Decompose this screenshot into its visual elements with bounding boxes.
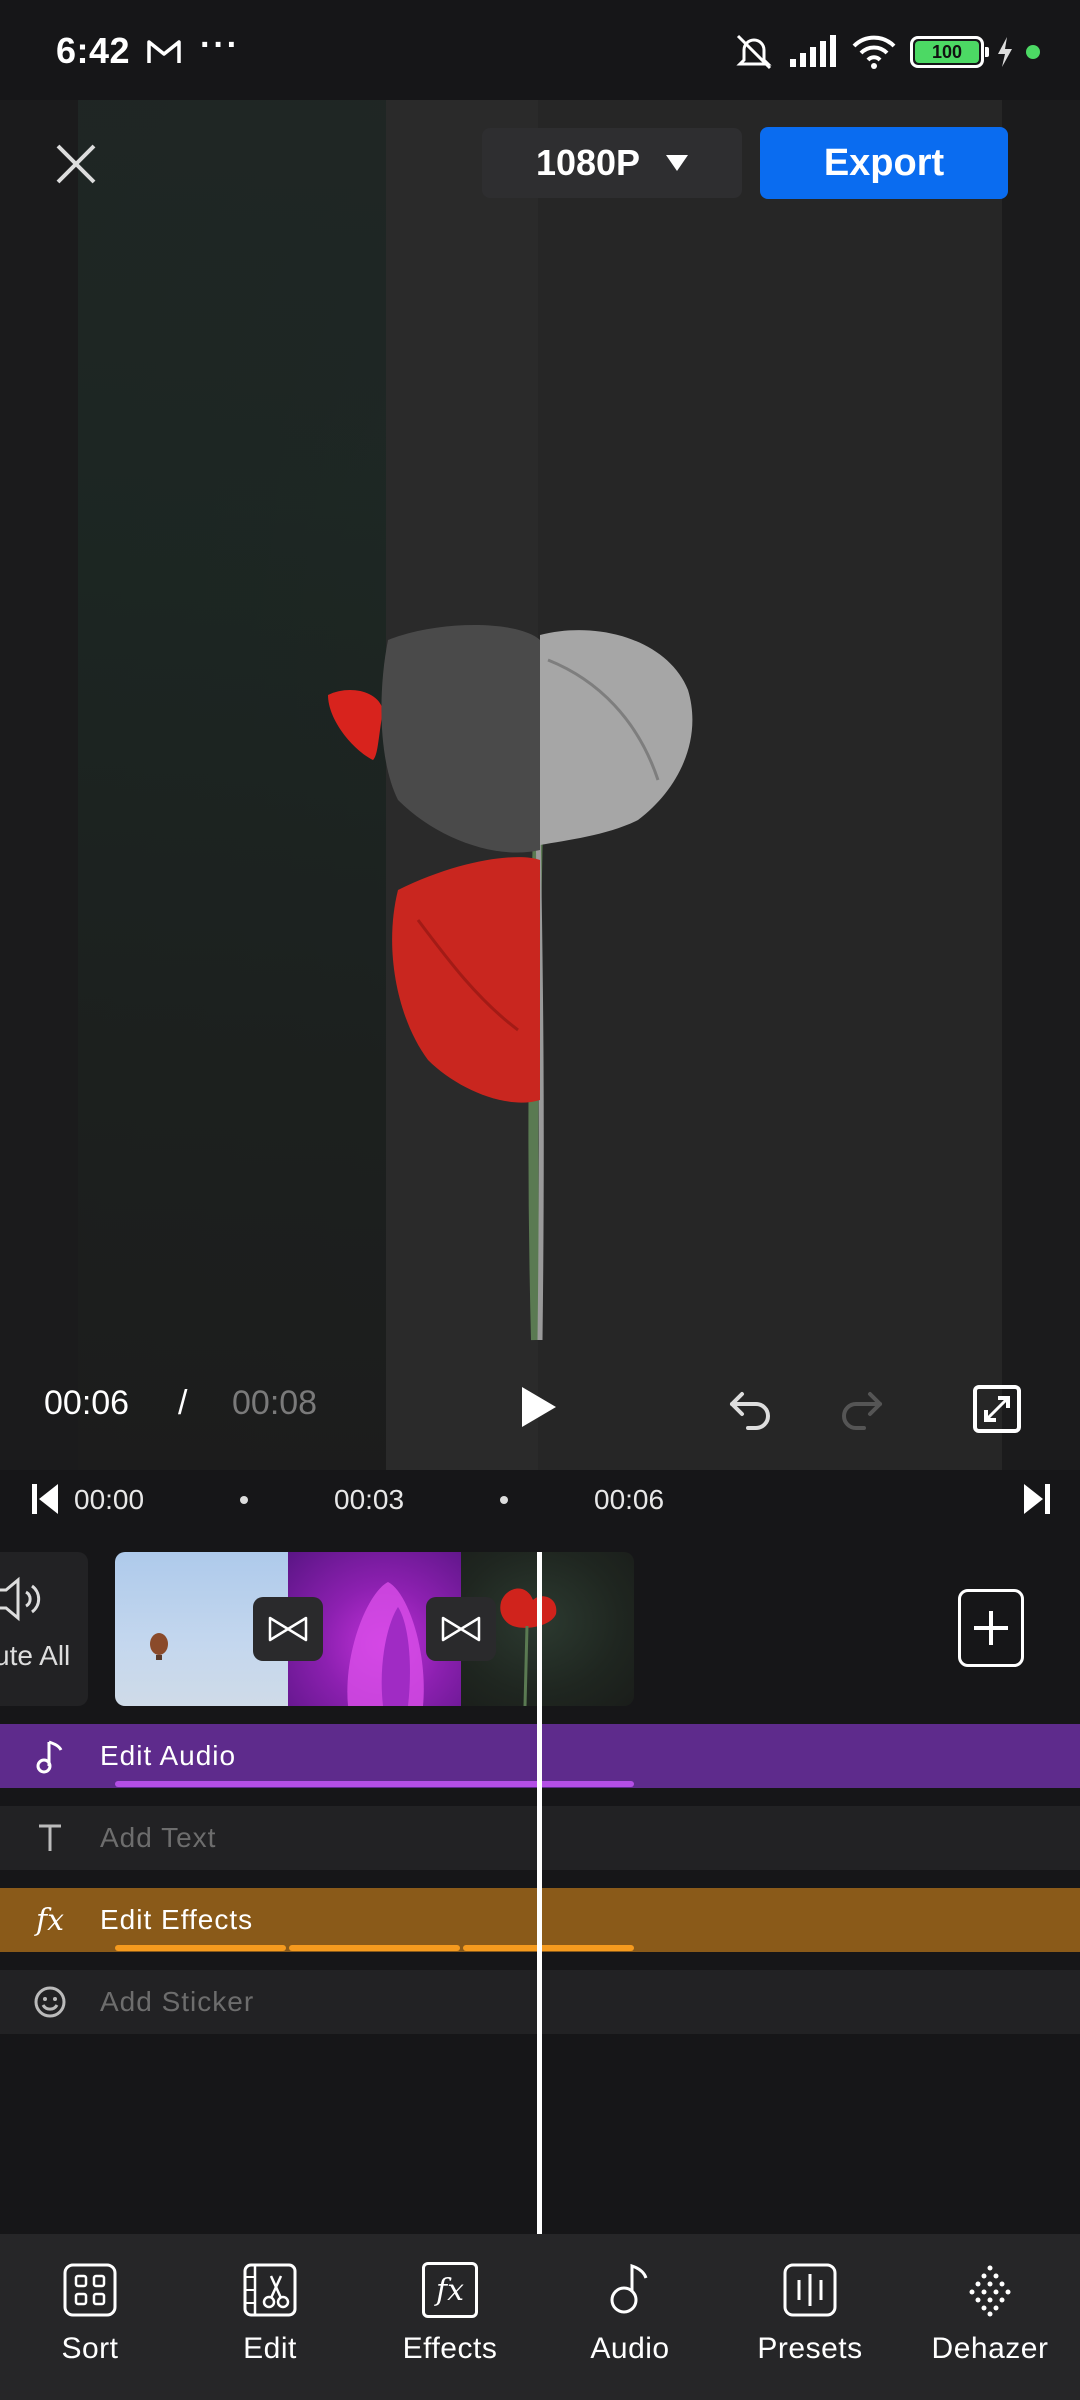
current-time: 00:06 [44,1384,130,1422]
more-dots-icon: ··· [200,26,240,64]
nav-dehazer-label: Dehazer [931,2332,1049,2365]
resolution-value: 1080P [535,142,641,183]
mute-all-button[interactable] [0,1552,88,1706]
video-preview[interactable] [78,100,1002,1470]
text-icon [0,1823,100,1853]
plus-icon [974,1611,1008,1645]
music-note-icon [0,1738,100,1774]
sort-grid-icon [63,2263,117,2317]
sticker-track-label: Add Sticker [100,1986,255,2017]
nav-presets[interactable]: Presets [720,2234,900,2400]
status-time: 6:42 [56,30,131,71]
presets-icon [783,2263,837,2317]
nav-presets-label: Presets [757,2332,863,2365]
audio-range-bar [115,1781,634,1787]
battery-level: 100 [915,41,979,63]
poppy-image [328,625,693,1341]
caret-down-icon [666,155,689,171]
mute-all-label: ute All [0,1640,71,1671]
jump-to-start-icon[interactable] [30,1482,60,1516]
fx-icon: fx [35,1902,65,1938]
add-clip-button[interactable] [958,1589,1024,1667]
play-icon[interactable] [518,1384,560,1430]
ruler-tick: 00:00 [74,1484,145,1515]
charging-icon [998,37,1012,67]
status-bar: 6:42 ··· 100 [0,0,1080,100]
fullscreen-icon[interactable] [972,1384,1022,1434]
nav-edit[interactable]: Edit [180,2234,360,2400]
privacy-indicator-dot [1026,45,1040,59]
effects-track-label: Edit Effects [100,1904,254,1935]
ruler-tick: 00:06 [594,1484,665,1515]
transition-icon [268,1616,308,1642]
total-time: 00:08 [232,1384,318,1422]
nav-audio[interactable]: Audio [540,2234,720,2400]
dehazer-icon [969,2265,1011,2317]
speaker-icon [0,1576,41,1622]
playhead[interactable] [537,1552,542,2234]
effect-segment-bar [115,1945,286,1951]
mute-icon [736,34,772,70]
close-icon[interactable] [50,138,102,190]
effects-fx-icon: fx [422,2262,478,2318]
effect-segment-bar [463,1945,634,1951]
nav-audio-label: Audio [590,2332,670,2365]
jump-to-end-icon[interactable] [1022,1482,1052,1516]
timeline-ruler[interactable]: 00:00 00:03 00:06 [0,1470,1080,1526]
resolution-dropdown[interactable]: 1080P [482,128,742,198]
wifi-icon [852,35,896,69]
transition-button[interactable] [426,1597,496,1661]
nav-dehazer[interactable]: Dehazer [900,2234,1080,2400]
redo-icon[interactable] [836,1382,886,1432]
undo-icon[interactable] [726,1382,776,1432]
export-button[interactable]: Export [760,127,1008,199]
text-track-label: Add Text [100,1822,217,1853]
battery-icon: 100 [910,36,989,68]
time-separator: / [178,1384,188,1422]
edit-scissors-icon [243,2263,297,2317]
nav-effects[interactable]: fx Effects [360,2234,540,2400]
nav-edit-label: Edit [243,2332,297,2365]
bottom-toolbar: Sort Edit fx Effects Audio Presets Dehaz… [0,2234,1080,2400]
signal-icon [790,35,836,67]
smiley-icon [0,1985,100,2019]
audio-note-icon [610,2263,648,2314]
transition-icon [441,1616,481,1642]
audio-track-label: Edit Audio [100,1740,237,1771]
effect-segment-bar [289,1945,460,1951]
nav-sort-label: Sort [61,2332,119,2365]
ruler-dot [240,1496,248,1504]
ruler-dot [500,1496,508,1504]
ruler-tick: 00:03 [334,1484,405,1515]
nav-effects-label: Effects [402,2332,498,2365]
transition-button[interactable] [253,1597,323,1661]
gmail-icon [147,40,181,63]
nav-sort[interactable]: Sort [0,2234,180,2400]
